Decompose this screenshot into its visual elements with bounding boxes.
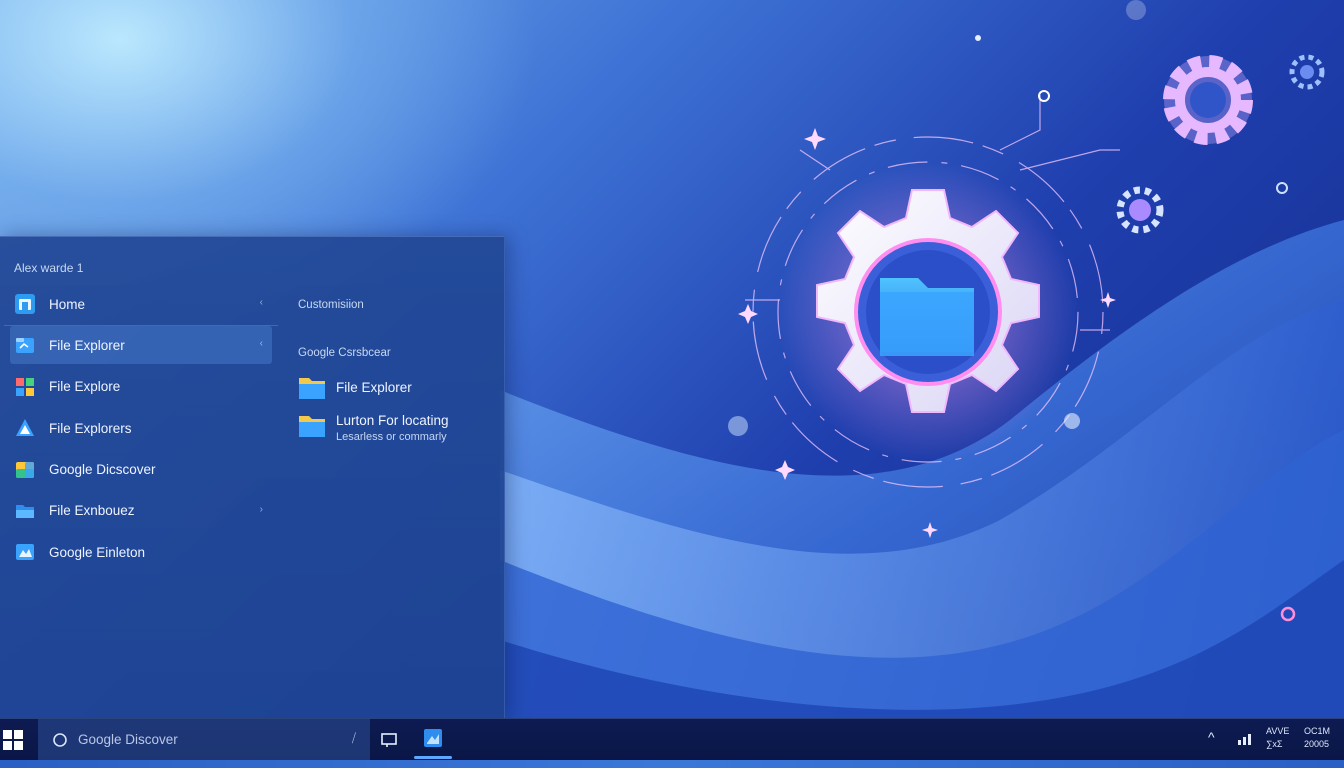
file-explorer-icon (16, 338, 34, 354)
app-item-google-einleton[interactable]: Google Einleton (10, 533, 272, 571)
search-input[interactable]: Google Discover ⧸ (38, 719, 370, 760)
search-placeholder: Google Discover (78, 732, 178, 747)
active-app-indicator (414, 756, 452, 759)
app-icon[interactable] (422, 727, 444, 749)
app-item-label: File Explorers (49, 420, 132, 436)
folder-icon (299, 416, 325, 437)
app-item-file-exnbouez[interactable]: File Exnbouez › (10, 492, 272, 530)
tray-label-top: AVVE (1266, 726, 1290, 736)
windows-logo-icon[interactable] (2, 729, 24, 751)
folder-icon (299, 378, 325, 399)
chevron-left-icon: ‹ (259, 338, 263, 350)
pinned-item-title: Lurton For locating (336, 413, 449, 428)
folder-open-icon (16, 504, 34, 518)
chevron-right-icon: › (259, 503, 263, 515)
desktop[interactable]: Alex warde 1 Home ‹ File Explorer ‹ File… (0, 0, 1344, 768)
app-item-file-explorers[interactable]: File Explorers (10, 409, 272, 447)
network-icon[interactable] (1236, 731, 1252, 747)
user-name: Alex warde 1 (14, 261, 84, 275)
app-item-google-discover[interactable]: Google Dicscover (10, 451, 272, 489)
tray-chevron-up-icon[interactable]: ^ (1208, 729, 1215, 745)
pinned-item-title: File Explorer (336, 380, 412, 395)
section-label: Google Csrsbcear (298, 347, 391, 359)
task-view-icon[interactable] (380, 731, 398, 749)
app-item-file-explore[interactable]: File Explore (10, 368, 272, 406)
search-action-icon[interactable]: ⧸ (352, 731, 356, 746)
pinned-item-file-explorer[interactable]: File Explorer (298, 375, 412, 401)
clock-time[interactable]: OC1M (1304, 726, 1330, 737)
app-item-file-explorer[interactable]: File Explorer ‹ (10, 326, 272, 365)
grid-app-icon (16, 377, 34, 396)
taskbar-bottom-strip (0, 760, 1344, 768)
app-item-label: File Explore (49, 379, 121, 395)
pinned-item-subtitle: Lesarless or commarly (336, 431, 447, 443)
app-item-label: File Exnbouez (49, 503, 135, 519)
customisation-label: Customisiion (298, 299, 364, 311)
search-icon (53, 732, 67, 747)
app-item-label: File Explorer (49, 337, 125, 353)
app-item-home[interactable]: Home ‹ (4, 285, 278, 326)
taskbar: Google Discover ⧸ ^ AVVE ∑xΣ OC1M 20005 (0, 718, 1344, 761)
app-item-label: Google Einleton (49, 544, 146, 560)
chevron-left-icon: ‹ (259, 297, 263, 308)
home-app-icon (15, 294, 35, 314)
clock-date[interactable]: 20005 (1304, 739, 1329, 750)
tray-label-bottom: ∑xΣ (1266, 739, 1283, 749)
app-list: Home ‹ File Explorer ‹ File Explore File… (4, 285, 278, 575)
app-item-label: Google Dicscover (49, 462, 156, 478)
app-item-label: Home (49, 296, 86, 312)
google-einleton-icon (16, 544, 34, 561)
google-discover-icon (16, 461, 34, 478)
start-menu: Alex warde 1 Home ‹ File Explorer ‹ File… (0, 236, 505, 719)
triangle-app-icon (16, 419, 34, 437)
pinned-item-lurton[interactable]: Lurton For locating Lesarless or commarl… (298, 413, 449, 443)
